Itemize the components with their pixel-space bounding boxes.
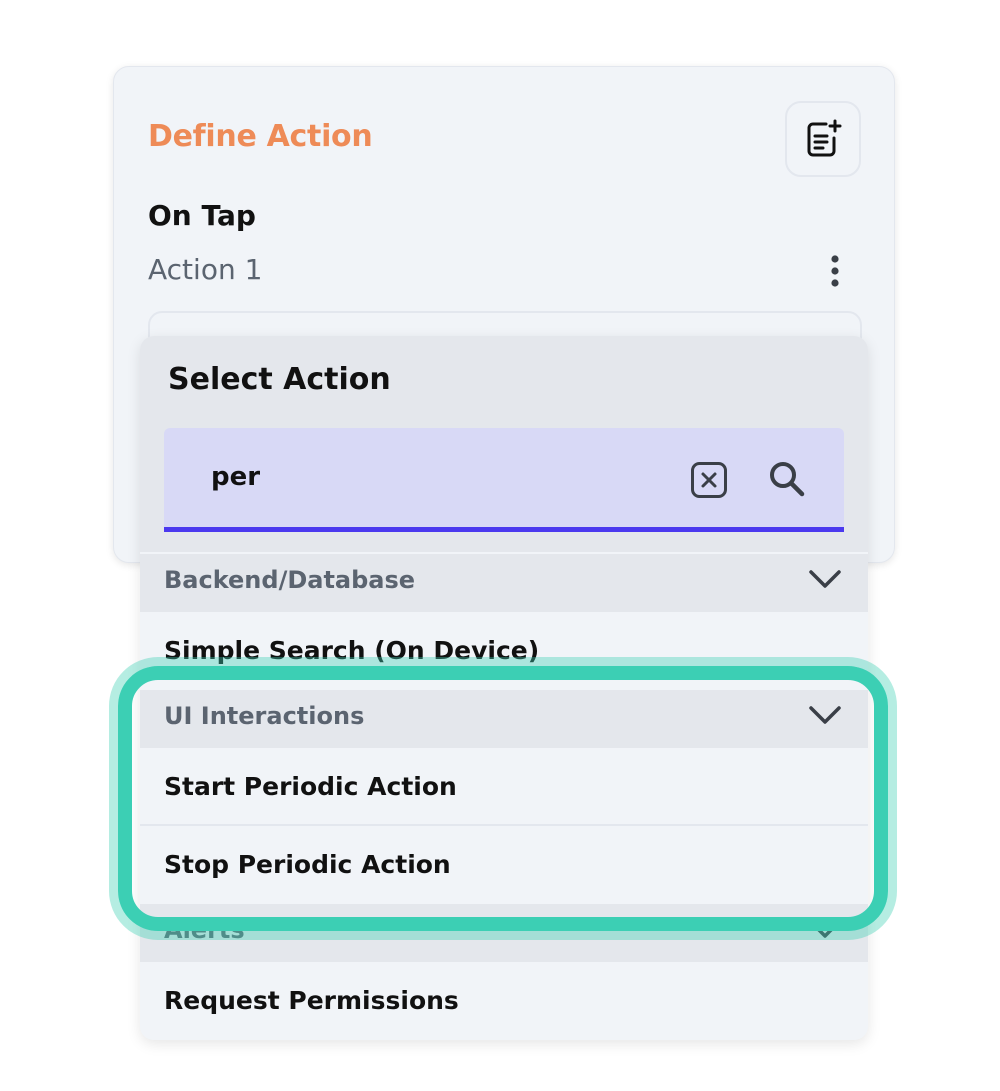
- define-action-title: Define Action: [148, 119, 373, 154]
- item-label: Start Periodic Action: [164, 772, 457, 801]
- search-icon[interactable]: [767, 459, 807, 499]
- section-header-backend[interactable]: Backend/Database: [140, 554, 868, 612]
- list-item-stop-periodic-action[interactable]: Stop Periodic Action: [140, 826, 868, 904]
- add-note-icon: [807, 119, 842, 157]
- section-label: Alerts: [164, 916, 245, 944]
- select-action-header: Select Action per: [140, 336, 868, 552]
- select-action-title: Select Action: [168, 362, 391, 397]
- list-item-request-permissions[interactable]: Request Permissions: [140, 962, 868, 1040]
- search-input[interactable]: per: [211, 462, 260, 492]
- section-header-alerts[interactable]: Alerts: [140, 904, 868, 962]
- list-item-start-periodic-action[interactable]: Start Periodic Action: [140, 748, 868, 826]
- item-label: Request Permissions: [164, 986, 459, 1015]
- list-item-simple-search[interactable]: Simple Search (On Device): [140, 612, 868, 690]
- more-vertical-icon: [831, 255, 839, 287]
- section-label: UI Interactions: [164, 702, 365, 730]
- section-header-ui-interactions[interactable]: UI Interactions: [140, 690, 868, 748]
- item-label: Simple Search (On Device): [164, 636, 540, 665]
- search-field[interactable]: per: [164, 428, 844, 532]
- chevron-down-icon: [809, 920, 841, 938]
- add-action-button[interactable]: [785, 101, 861, 177]
- action-name: Action 1: [148, 253, 263, 286]
- item-label: Stop Periodic Action: [164, 850, 451, 879]
- stage: Define Action On Tap Action 1 Select Act…: [0, 0, 1000, 1091]
- chevron-down-icon: [809, 706, 841, 724]
- clear-icon[interactable]: [690, 461, 728, 499]
- select-action-panel: Select Action per Backend/Database Simpl…: [140, 336, 868, 1040]
- chevron-down-icon: [809, 570, 841, 588]
- more-options-button[interactable]: [820, 251, 850, 291]
- trigger-title: On Tap: [148, 199, 256, 232]
- section-label: Backend/Database: [164, 566, 416, 594]
